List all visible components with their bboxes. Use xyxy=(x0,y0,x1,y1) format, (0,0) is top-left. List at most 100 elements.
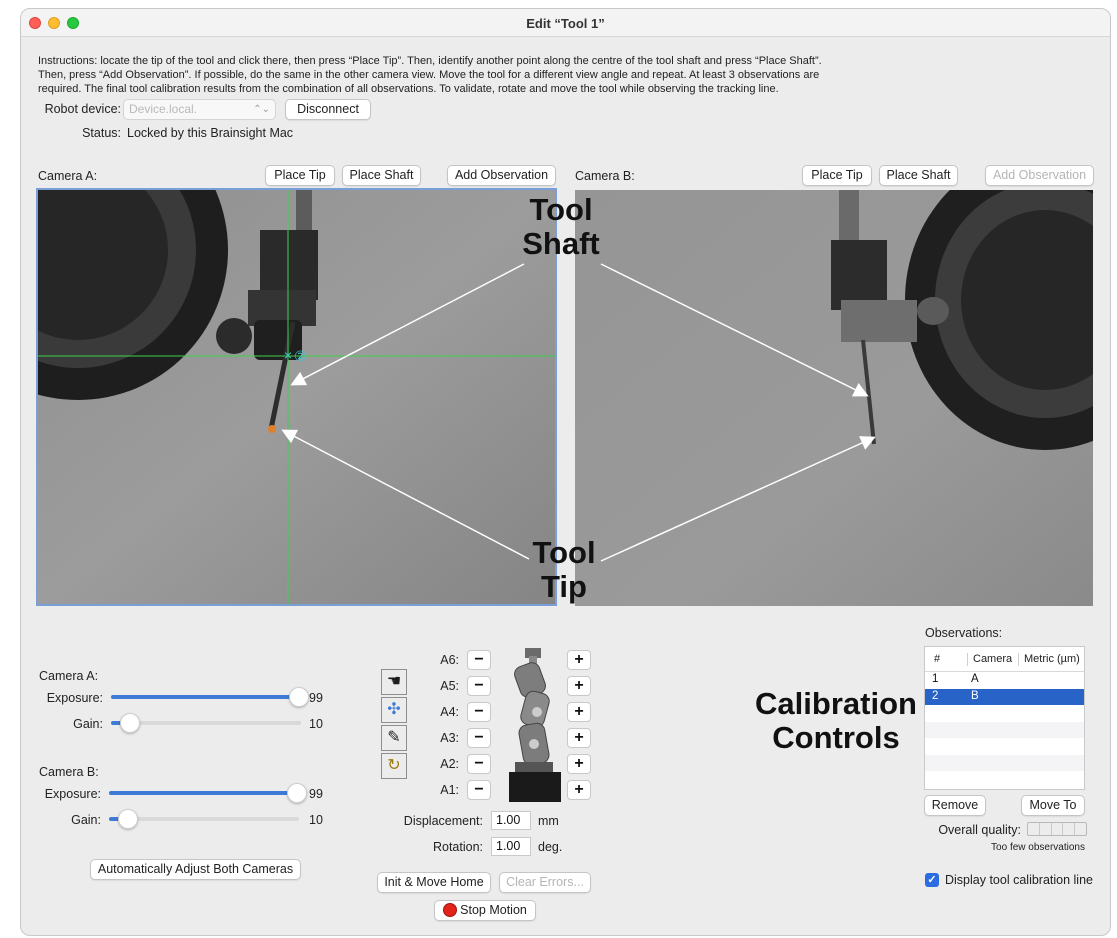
stop-icon xyxy=(443,903,458,917)
empty-row xyxy=(925,771,1084,788)
quality-indicator xyxy=(1027,822,1087,836)
jog-minus-button[interactable]: − xyxy=(467,702,491,722)
jog-plus-button[interactable]: + xyxy=(567,754,591,774)
auto-adjust-cameras-button[interactable]: Automatically Adjust Both Cameras xyxy=(90,859,301,880)
jog-plus-button[interactable]: + xyxy=(567,702,591,722)
camera-b-gain-slider[interactable] xyxy=(109,808,299,830)
camera-a-controls-heading: Camera A: xyxy=(39,669,99,683)
rotation-label: Rotation: xyxy=(432,840,483,854)
camera-a-gain-value: 10 xyxy=(309,717,323,731)
empty-row xyxy=(925,721,1084,738)
quality-status: Too few observations xyxy=(991,842,1085,853)
display-line-label[interactable]: Display tool calibration line xyxy=(945,873,1093,887)
calibration-controls-annotation: Calibration Controls xyxy=(736,687,936,755)
camera-a-exposure-value: 99 xyxy=(309,691,323,705)
camera-b-label: Camera B: xyxy=(575,169,635,183)
hand-tool-icon[interactable]: ☚ xyxy=(381,669,407,695)
camera-b-image xyxy=(575,190,1093,606)
table-row[interactable]: 1 A xyxy=(925,672,1084,689)
jog-plus-button[interactable]: + xyxy=(567,780,591,800)
tool-shaft-line1: Tool xyxy=(529,192,593,227)
instructions-text: Instructions: locate the tip of the tool… xyxy=(38,55,822,95)
jog-minus-button[interactable]: − xyxy=(467,650,491,670)
color-tool-icon[interactable]: ✣ xyxy=(381,697,407,723)
stop-motion-label: Stop Motion xyxy=(460,903,527,917)
displacement-label: Displacement: xyxy=(403,814,483,828)
camera-a-place-tip-button[interactable]: Place Tip xyxy=(265,165,335,186)
tool-tip-line2: Tip xyxy=(541,569,587,604)
window-title: Edit “Tool 1” xyxy=(526,16,605,31)
camera-a-exposure-label: Exposure: xyxy=(46,691,103,705)
observations-table-header: # Camera Metric (µm) xyxy=(925,647,1084,672)
axis-label: A4: xyxy=(440,705,459,719)
axis-label: A6: xyxy=(440,653,459,667)
camera-a-view[interactable]: × ② xyxy=(36,188,557,606)
empty-row xyxy=(925,738,1084,755)
chevron-updown-icon: ⌃⌄ xyxy=(253,104,270,115)
displacement-field[interactable]: 1.00 xyxy=(491,811,531,830)
remove-button[interactable]: Remove xyxy=(924,795,986,816)
row-number: 1 xyxy=(932,673,939,685)
axis-label: A1: xyxy=(440,783,459,797)
stop-motion-button[interactable]: Stop Motion xyxy=(434,900,536,921)
clear-errors-button[interactable]: Clear Errors... xyxy=(499,872,591,893)
status-value: Locked by this Brainsight Mac xyxy=(127,126,294,140)
camera-a-exposure-slider[interactable] xyxy=(111,686,310,708)
jog-plus-button[interactable]: + xyxy=(567,650,591,670)
robot-device-popup[interactable]: Device.local. ⌃⌄ xyxy=(123,99,276,120)
jog-plus-button[interactable]: + xyxy=(567,676,591,696)
robot-arm-image xyxy=(509,648,561,802)
camera-a-add-observation-button[interactable]: Add Observation xyxy=(447,165,556,186)
jog-plus-button[interactable]: + xyxy=(567,728,591,748)
camera-b-gain-value: 10 xyxy=(309,813,323,827)
observations-table[interactable]: # Camera Metric (µm) 1 A 2 B xyxy=(924,646,1085,790)
displacement-unit: mm xyxy=(538,814,559,828)
camera-b-view[interactable] xyxy=(575,190,1093,606)
row-number: 2 xyxy=(932,689,939,702)
jog-minus-button[interactable]: − xyxy=(467,676,491,696)
axis-label: A5: xyxy=(440,679,459,693)
init-move-home-button[interactable]: Init & Move Home xyxy=(377,872,491,893)
robot-device-value: Device.local. xyxy=(129,102,198,116)
camera-a-gain-slider[interactable] xyxy=(111,712,301,734)
rotation-field[interactable]: 1.00 xyxy=(491,837,531,856)
tool-shaft-line2: Shaft xyxy=(522,226,600,261)
jog-minus-button[interactable]: − xyxy=(467,728,491,748)
jog-minus-button[interactable]: − xyxy=(467,754,491,774)
display-line-checkbox[interactable]: ✓ xyxy=(925,873,939,887)
camera-b-exposure-slider[interactable] xyxy=(109,782,308,804)
tool-shaft-annotation: Tool Shaft xyxy=(496,193,626,261)
tool-tip-annotation: Tool Tip xyxy=(499,536,629,604)
axis-label: A2: xyxy=(440,757,459,771)
camera-b-place-tip-button[interactable]: Place Tip xyxy=(802,165,872,186)
disconnect-button[interactable]: Disconnect xyxy=(285,99,371,120)
title-bar: Edit “Tool 1” xyxy=(21,9,1110,37)
camera-a-gain-label: Gain: xyxy=(73,717,103,731)
table-row-selected[interactable]: 2 B xyxy=(925,688,1084,705)
shaft-marker-label: ② xyxy=(294,348,307,364)
move-to-button[interactable]: Move To xyxy=(1021,795,1085,816)
camera-b-exposure-label: Exposure: xyxy=(44,787,101,801)
overall-quality-label: Overall quality: xyxy=(938,823,1021,837)
checkmark-icon: ✓ xyxy=(927,874,937,886)
camera-b-controls-heading: Camera B: xyxy=(39,765,99,779)
camera-a-place-shaft-button[interactable]: Place Shaft xyxy=(342,165,421,186)
status-label: Status: xyxy=(82,126,121,140)
column-header-camera[interactable]: Camera xyxy=(973,653,1012,665)
camera-b-add-observation-button[interactable]: Add Observation xyxy=(985,165,1094,186)
svg-text:×: × xyxy=(284,347,292,363)
camera-b-place-shaft-button[interactable]: Place Shaft xyxy=(879,165,958,186)
jog-minus-button[interactable]: − xyxy=(467,780,491,800)
pencil-icon[interactable]: ✎ xyxy=(381,725,407,751)
robot-device-label: Robot device: xyxy=(44,102,121,116)
column-header-metric[interactable]: Metric (µm) xyxy=(1024,653,1080,665)
empty-row xyxy=(925,754,1084,771)
rotate-icon[interactable]: ↻ xyxy=(381,753,407,779)
calibration-line2: Controls xyxy=(772,720,900,755)
empty-row xyxy=(925,705,1084,722)
camera-a-label: Camera A: xyxy=(38,169,98,183)
column-header-number[interactable]: # xyxy=(934,653,940,665)
rotation-unit: deg. xyxy=(538,840,563,854)
row-camera: A xyxy=(971,673,979,685)
axis-label: A3: xyxy=(440,731,459,745)
